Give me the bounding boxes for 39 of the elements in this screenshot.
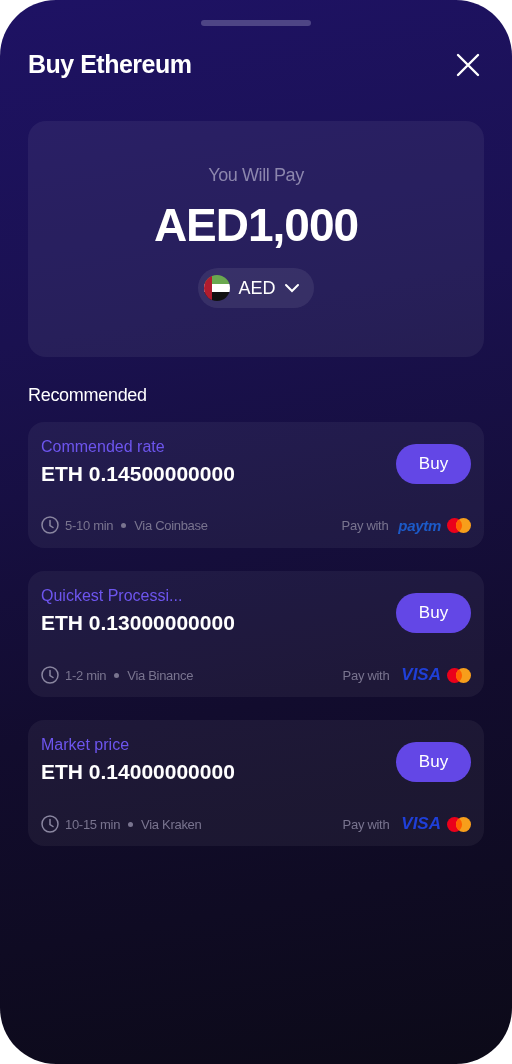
- offer-amount: ETH 0.14000000000: [41, 760, 235, 784]
- offer-time: 10-15 min: [65, 816, 121, 832]
- clock-icon: [41, 666, 59, 684]
- offer-time: 1-2 min: [65, 667, 107, 683]
- payment-logo: VISA: [401, 814, 441, 834]
- offer-provider: Via Binance: [127, 667, 194, 683]
- offer-tag: Quickest Processi...: [41, 587, 235, 605]
- separator-dot: [114, 672, 120, 678]
- card-network-icon: [447, 667, 471, 683]
- card-network-icon: [447, 517, 471, 533]
- clock-icon: [41, 815, 59, 833]
- pay-with-label: Pay with: [342, 667, 390, 683]
- buy-button[interactable]: Buy: [396, 742, 471, 782]
- offer-amount: ETH 0.14500000000: [41, 462, 235, 486]
- close-icon[interactable]: [456, 52, 480, 77]
- pay-amount: AED1,000: [153, 198, 359, 252]
- offer-provider: Via Coinbase: [134, 517, 208, 533]
- offer-tag: Commended rate: [41, 438, 235, 456]
- pay-with-label: Pay with: [341, 517, 389, 533]
- offer-tag: Market price: [41, 736, 235, 754]
- currency-dropdown[interactable]: AED: [198, 268, 314, 308]
- payment-logo: paytm: [398, 516, 441, 534]
- buy-button[interactable]: Buy: [396, 444, 471, 484]
- drag-handle[interactable]: [201, 20, 311, 26]
- screen-title: Buy Ethereum: [28, 50, 192, 79]
- clock-icon: [41, 516, 59, 534]
- pay-with-label: Pay with: [342, 816, 390, 832]
- payment-logo: VISA: [401, 665, 441, 685]
- chevron-down-icon: [283, 283, 300, 293]
- separator-dot: [128, 821, 134, 827]
- offer-time: 5-10 min: [65, 517, 114, 533]
- offer-amount: ETH 0.13000000000: [41, 611, 235, 635]
- buy-button[interactable]: Buy: [396, 593, 471, 633]
- offer-provider: Via Kraken: [141, 816, 202, 832]
- separator-dot: [121, 522, 127, 528]
- card-network-icon: [447, 816, 471, 832]
- flag-icon: [204, 275, 231, 301]
- pay-label: You Will Pay: [208, 165, 304, 186]
- section-title: Recommended: [28, 385, 148, 406]
